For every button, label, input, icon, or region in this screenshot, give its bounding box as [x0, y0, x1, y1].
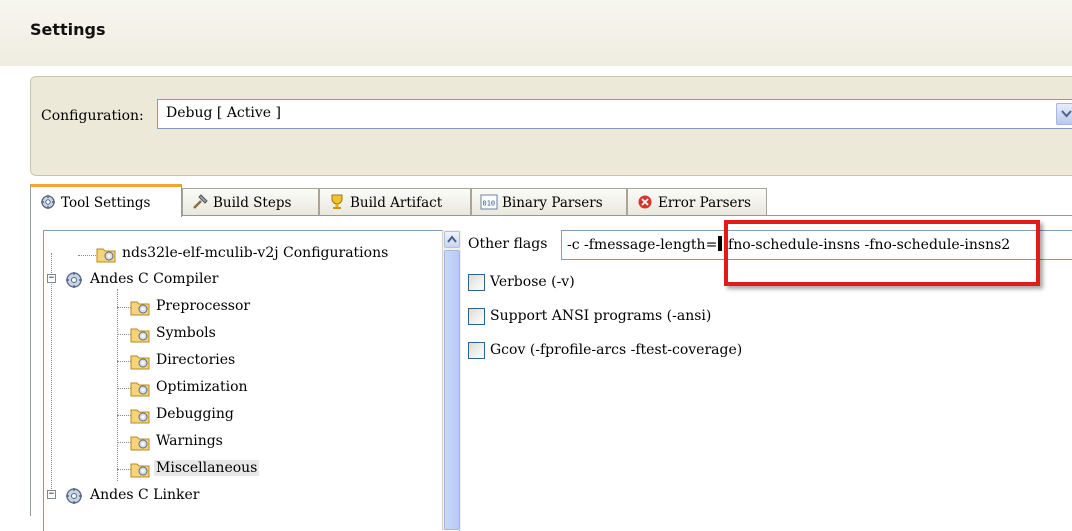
- configuration-value: Debug [ Active ]: [166, 105, 281, 121]
- configuration-label: Configuration:: [41, 108, 144, 124]
- folder-gear-icon: [130, 436, 150, 451]
- folder-gear-icon: [130, 382, 150, 397]
- tree-connector: [117, 469, 131, 470]
- page-title: Settings: [30, 20, 106, 39]
- tree-item-label: Directories: [156, 352, 236, 368]
- binary-icon: 010: [480, 194, 498, 210]
- scroll-thumb[interactable]: [444, 250, 460, 530]
- configuration-panel: Configuration: Debug [ Active ] ]: [30, 76, 1072, 176]
- tab-build-artifact[interactable]: Build Artifact: [319, 188, 471, 216]
- settings-header: Settings: [0, 0, 1072, 66]
- folder-gear-icon: [96, 248, 116, 263]
- folder-gear-icon: [130, 301, 150, 316]
- trophy-icon: [331, 194, 343, 209]
- tab-build-steps-label: Build Steps: [213, 195, 292, 211]
- text-caret: [718, 236, 723, 251]
- tab-tool-settings[interactable]: Tool Settings: [30, 184, 182, 217]
- verbose-label: Verbose (-v): [490, 274, 575, 290]
- configuration-select[interactable]: Debug [ Active ]: [157, 99, 1072, 129]
- tree-item-label: Miscellaneous: [154, 460, 260, 476]
- tree-scrollbar[interactable]: [442, 230, 461, 530]
- ansi-checkbox[interactable]: [468, 308, 485, 325]
- tree-item-label: Preprocessor: [156, 298, 251, 314]
- folder-gear-icon: [130, 409, 150, 424]
- tab-error-parsers-label: Error Parsers: [658, 195, 751, 211]
- tab-binary-parsers[interactable]: 010 Binary Parsers: [471, 188, 627, 216]
- folder-gear-icon: [130, 328, 150, 343]
- settings-tabs: Tool Settings Build Steps Build Artifact…: [30, 184, 1072, 217]
- tree-connector: [117, 388, 131, 389]
- chevron-up-icon: [447, 235, 457, 243]
- tree-connector: [117, 361, 131, 362]
- gcov-checkbox[interactable]: [468, 342, 485, 359]
- highlight-annotation: [724, 220, 1040, 286]
- tree-connector: [117, 415, 131, 416]
- verbose-checkbox[interactable]: [468, 274, 485, 291]
- gear-icon: [41, 195, 55, 209]
- tree-item-label: Andes C Compiler: [90, 271, 219, 287]
- collapse-toggle[interactable]: −: [47, 274, 56, 283]
- tree-connector: [51, 253, 52, 495]
- gcov-label: Gcov (-fprofile-arcs -ftest-coverage): [490, 342, 743, 358]
- scroll-up-button[interactable]: [444, 231, 460, 248]
- tab-build-steps[interactable]: Build Steps: [182, 188, 319, 216]
- hammer-icon: [193, 194, 208, 209]
- error-icon: [638, 195, 652, 209]
- collapse-toggle[interactable]: −: [47, 490, 56, 499]
- svg-text:010: 010: [483, 200, 496, 208]
- tree-item-label: Optimization: [156, 379, 248, 395]
- tree-item-label: nds32le-elf-mculib-v2j Configurations: [122, 245, 389, 261]
- tree-item-label: Symbols: [156, 325, 216, 341]
- settings-tree: nds32le-elf-mculib-v2j Configurations − …: [43, 230, 460, 531]
- tree-connector: [117, 289, 118, 481]
- tree-connector: [117, 334, 131, 335]
- tab-build-artifact-label: Build Artifact: [350, 195, 443, 211]
- tree-item-label: Warnings: [156, 433, 223, 449]
- tree-connector: [117, 442, 131, 443]
- tab-tool-settings-label: Tool Settings: [61, 195, 151, 211]
- chevron-down-icon[interactable]: [1056, 103, 1072, 125]
- other-flags-value-start: -c -fmessage-length=: [567, 237, 718, 253]
- tree-connector: [117, 307, 131, 308]
- tab-error-parsers[interactable]: Error Parsers: [627, 188, 767, 216]
- other-flags-label: Other flags: [468, 236, 548, 252]
- tree-item-label: Debugging: [156, 406, 234, 422]
- folder-gear-icon: [130, 463, 150, 478]
- tree-item-label: Andes C Linker: [90, 487, 200, 503]
- gear-icon: [66, 272, 82, 288]
- gear-icon: [66, 488, 82, 504]
- tab-binary-parsers-label: Binary Parsers: [502, 195, 603, 211]
- folder-gear-icon: [130, 355, 150, 370]
- ansi-label: Support ANSI programs (-ansi): [490, 308, 712, 324]
